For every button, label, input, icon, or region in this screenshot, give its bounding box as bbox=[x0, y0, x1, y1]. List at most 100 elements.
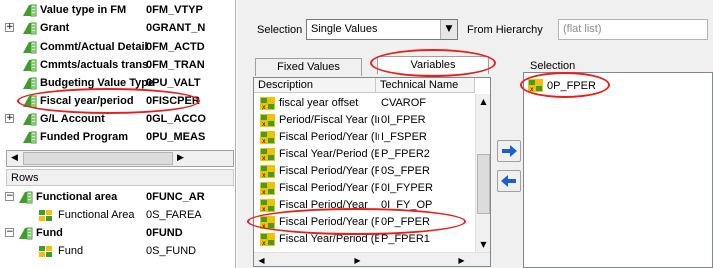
characteristic-icon bbox=[23, 113, 37, 126]
svg-text:x: x bbox=[262, 138, 266, 144]
list-item[interactable]: x Fiscal Period/Year (Inte I_FSPER bbox=[254, 129, 476, 146]
tree-item-label: Cmmts/actuals trans. bbox=[40, 59, 152, 71]
list-item-description: Fiscal Period/Year (Re bbox=[279, 182, 379, 194]
tree-item-value-type[interactable]: Value type in FM 0FM_VTYP bbox=[0, 2, 235, 19]
arrow-left-icon bbox=[501, 175, 516, 187]
list-item-technical-name: P_FPER1 bbox=[381, 233, 430, 245]
tree-item-label: Commt/Actual Detail bbox=[40, 41, 148, 53]
attribute-icon bbox=[39, 246, 52, 257]
chevron-down-icon[interactable]: ▼ bbox=[440, 20, 457, 39]
selection-panel-label: Selection bbox=[530, 60, 576, 72]
column-header-description[interactable]: Description bbox=[254, 78, 376, 93]
list-item-technical-name: 0S_FPER bbox=[381, 165, 430, 177]
list-item[interactable]: x Fiscal Period/Year (Re 0I_FYPER bbox=[254, 180, 476, 197]
rows-item-label: Functional Area bbox=[58, 209, 135, 221]
collapse-icon[interactable]: − bbox=[5, 228, 14, 237]
tree-item-tech: 0GRANT_N bbox=[146, 22, 206, 34]
highlight-ring bbox=[520, 72, 610, 98]
hierarchy-value: (flat list) bbox=[563, 23, 602, 35]
variable-icon: x bbox=[260, 233, 275, 246]
variable-icon: x bbox=[260, 182, 275, 195]
scroll-left-button[interactable]: ◀ bbox=[7, 151, 22, 166]
list-item-description: Period/Fiscal Year (Int bbox=[279, 114, 379, 126]
scroll-left-button[interactable]: ◀ bbox=[254, 253, 269, 266]
tree-item-label: G/L Account bbox=[40, 113, 105, 125]
rows-item-tech: 0S_FAREA bbox=[146, 209, 202, 221]
svg-text:x: x bbox=[262, 189, 266, 195]
scroll-thumb[interactable] bbox=[477, 154, 490, 214]
remove-from-selection-button[interactable] bbox=[497, 170, 521, 192]
tree-horizontal-scrollbar[interactable]: ◀ ▶ bbox=[6, 150, 234, 167]
selection-mode-value: Single Values bbox=[311, 23, 378, 35]
characteristic-icon bbox=[23, 131, 37, 144]
tree-item-label: Value type in FM bbox=[40, 4, 127, 16]
selection-list[interactable]: x 0P_FPER bbox=[523, 72, 713, 268]
list-item-technical-name: CVAROF bbox=[381, 97, 427, 109]
list-item-description: Fiscal Period/Year (Re bbox=[279, 165, 379, 177]
svg-text:x: x bbox=[262, 172, 266, 178]
rows-item-fund-attr[interactable]: Fund 0S_FUND bbox=[0, 243, 236, 260]
selection-mode-dropdown[interactable]: Single Values ▼ bbox=[306, 19, 458, 40]
characteristic-icon bbox=[23, 59, 37, 72]
svg-text:x: x bbox=[262, 121, 266, 127]
list-item-technical-name: 0I_FPER bbox=[381, 114, 426, 126]
list-horizontal-scrollbar[interactable]: ◀ ▶ ▶ bbox=[254, 252, 490, 266]
tree-item-commt-actual[interactable]: Commt/Actual Detail 0FM_ACTD bbox=[0, 39, 235, 56]
tree-item-label: Grant bbox=[40, 22, 70, 34]
rows-item-tech: 0S_FUND bbox=[146, 245, 197, 257]
svg-text:x: x bbox=[262, 206, 266, 212]
list-item[interactable]: x Period/Fiscal Year (Int 0I_FPER bbox=[254, 112, 476, 129]
rows-section-header: Rows bbox=[6, 169, 234, 186]
rows-item-functional-area-attr[interactable]: Functional Area 0S_FAREA bbox=[0, 207, 236, 224]
svg-text:x: x bbox=[262, 155, 266, 161]
rows-item-label: Fund bbox=[58, 245, 84, 257]
characteristic-icon bbox=[23, 22, 37, 35]
svg-text:x: x bbox=[262, 240, 266, 246]
tree-item-cmmts-actuals[interactable]: Cmmts/actuals trans. 0FM_TRAN bbox=[0, 57, 235, 74]
tree-item-tech: 0GL_ACCO bbox=[146, 113, 206, 125]
characteristic-icon bbox=[19, 191, 33, 204]
tree-item-tech: 0FM_TRAN bbox=[146, 59, 205, 71]
scroll-right-button[interactable]: ▶ bbox=[173, 151, 188, 166]
list-item-description: Fiscal Period/Year (Inte bbox=[279, 131, 379, 143]
arrow-right-icon bbox=[502, 145, 517, 157]
variables-list[interactable]: Description Technical Name x fiscal year… bbox=[253, 77, 491, 267]
attribute-icon bbox=[39, 210, 52, 221]
rows-item-fund[interactable]: − Fund 0FUND bbox=[0, 225, 236, 242]
rows-item-tech: 0FUNC_AR bbox=[146, 191, 205, 203]
highlight-ring bbox=[247, 208, 466, 235]
highlight-ring bbox=[17, 88, 200, 114]
hierarchy-field: (flat list) bbox=[558, 19, 708, 40]
list-vertical-scrollbar[interactable]: ▲ ▼ bbox=[475, 94, 490, 252]
add-to-selection-button[interactable] bbox=[497, 140, 521, 162]
list-item-technical-name: 0I_FYPER bbox=[381, 182, 433, 194]
list-item-description: fiscal year offset bbox=[279, 97, 359, 109]
list-item[interactable]: x Fiscal Year/Period (Exi P_FPER2 bbox=[254, 146, 476, 163]
tab-fixed-values[interactable]: Fixed Values bbox=[255, 58, 362, 76]
list-item-technical-name: P_FPER2 bbox=[381, 148, 430, 160]
svg-text:x: x bbox=[262, 104, 266, 110]
tree-item-funded-program[interactable]: Funded Program 0PU_MEAS bbox=[0, 129, 235, 146]
column-header-technical-name[interactable]: Technical Name bbox=[376, 78, 475, 93]
tree-item-grant[interactable]: + Grant 0GRANT_N bbox=[0, 20, 235, 37]
scroll-thumb[interactable] bbox=[23, 152, 173, 165]
collapse-icon[interactable]: − bbox=[5, 192, 14, 201]
variable-icon: x bbox=[260, 97, 275, 110]
list-item-technical-name: I_FSPER bbox=[381, 131, 427, 143]
expand-icon[interactable]: + bbox=[5, 23, 14, 32]
characteristic-icon bbox=[19, 227, 33, 240]
scroll-right-button[interactable]: ▶ bbox=[454, 253, 469, 266]
scroll-up-button[interactable]: ▲ bbox=[476, 94, 490, 109]
selection-mode-label: Selection bbox=[257, 24, 303, 36]
variable-icon: x bbox=[260, 114, 275, 127]
tree-item-tech: 0PU_VALT bbox=[146, 77, 201, 89]
scroll-down-button[interactable]: ▼ bbox=[476, 237, 490, 252]
scroll-right-button[interactable]: ▶ bbox=[350, 253, 365, 266]
list-item[interactable]: x Fiscal Period/Year (Re 0S_FPER bbox=[254, 163, 476, 180]
expand-icon[interactable]: + bbox=[5, 114, 14, 123]
tree-item-tech: 0FM_VTYP bbox=[146, 4, 203, 16]
list-item[interactable]: x fiscal year offset CVAROF bbox=[254, 95, 476, 112]
highlight-ring bbox=[370, 49, 496, 77]
rows-item-functional-area[interactable]: − Functional area 0FUNC_AR bbox=[0, 189, 236, 206]
variable-icon: x bbox=[260, 199, 275, 212]
